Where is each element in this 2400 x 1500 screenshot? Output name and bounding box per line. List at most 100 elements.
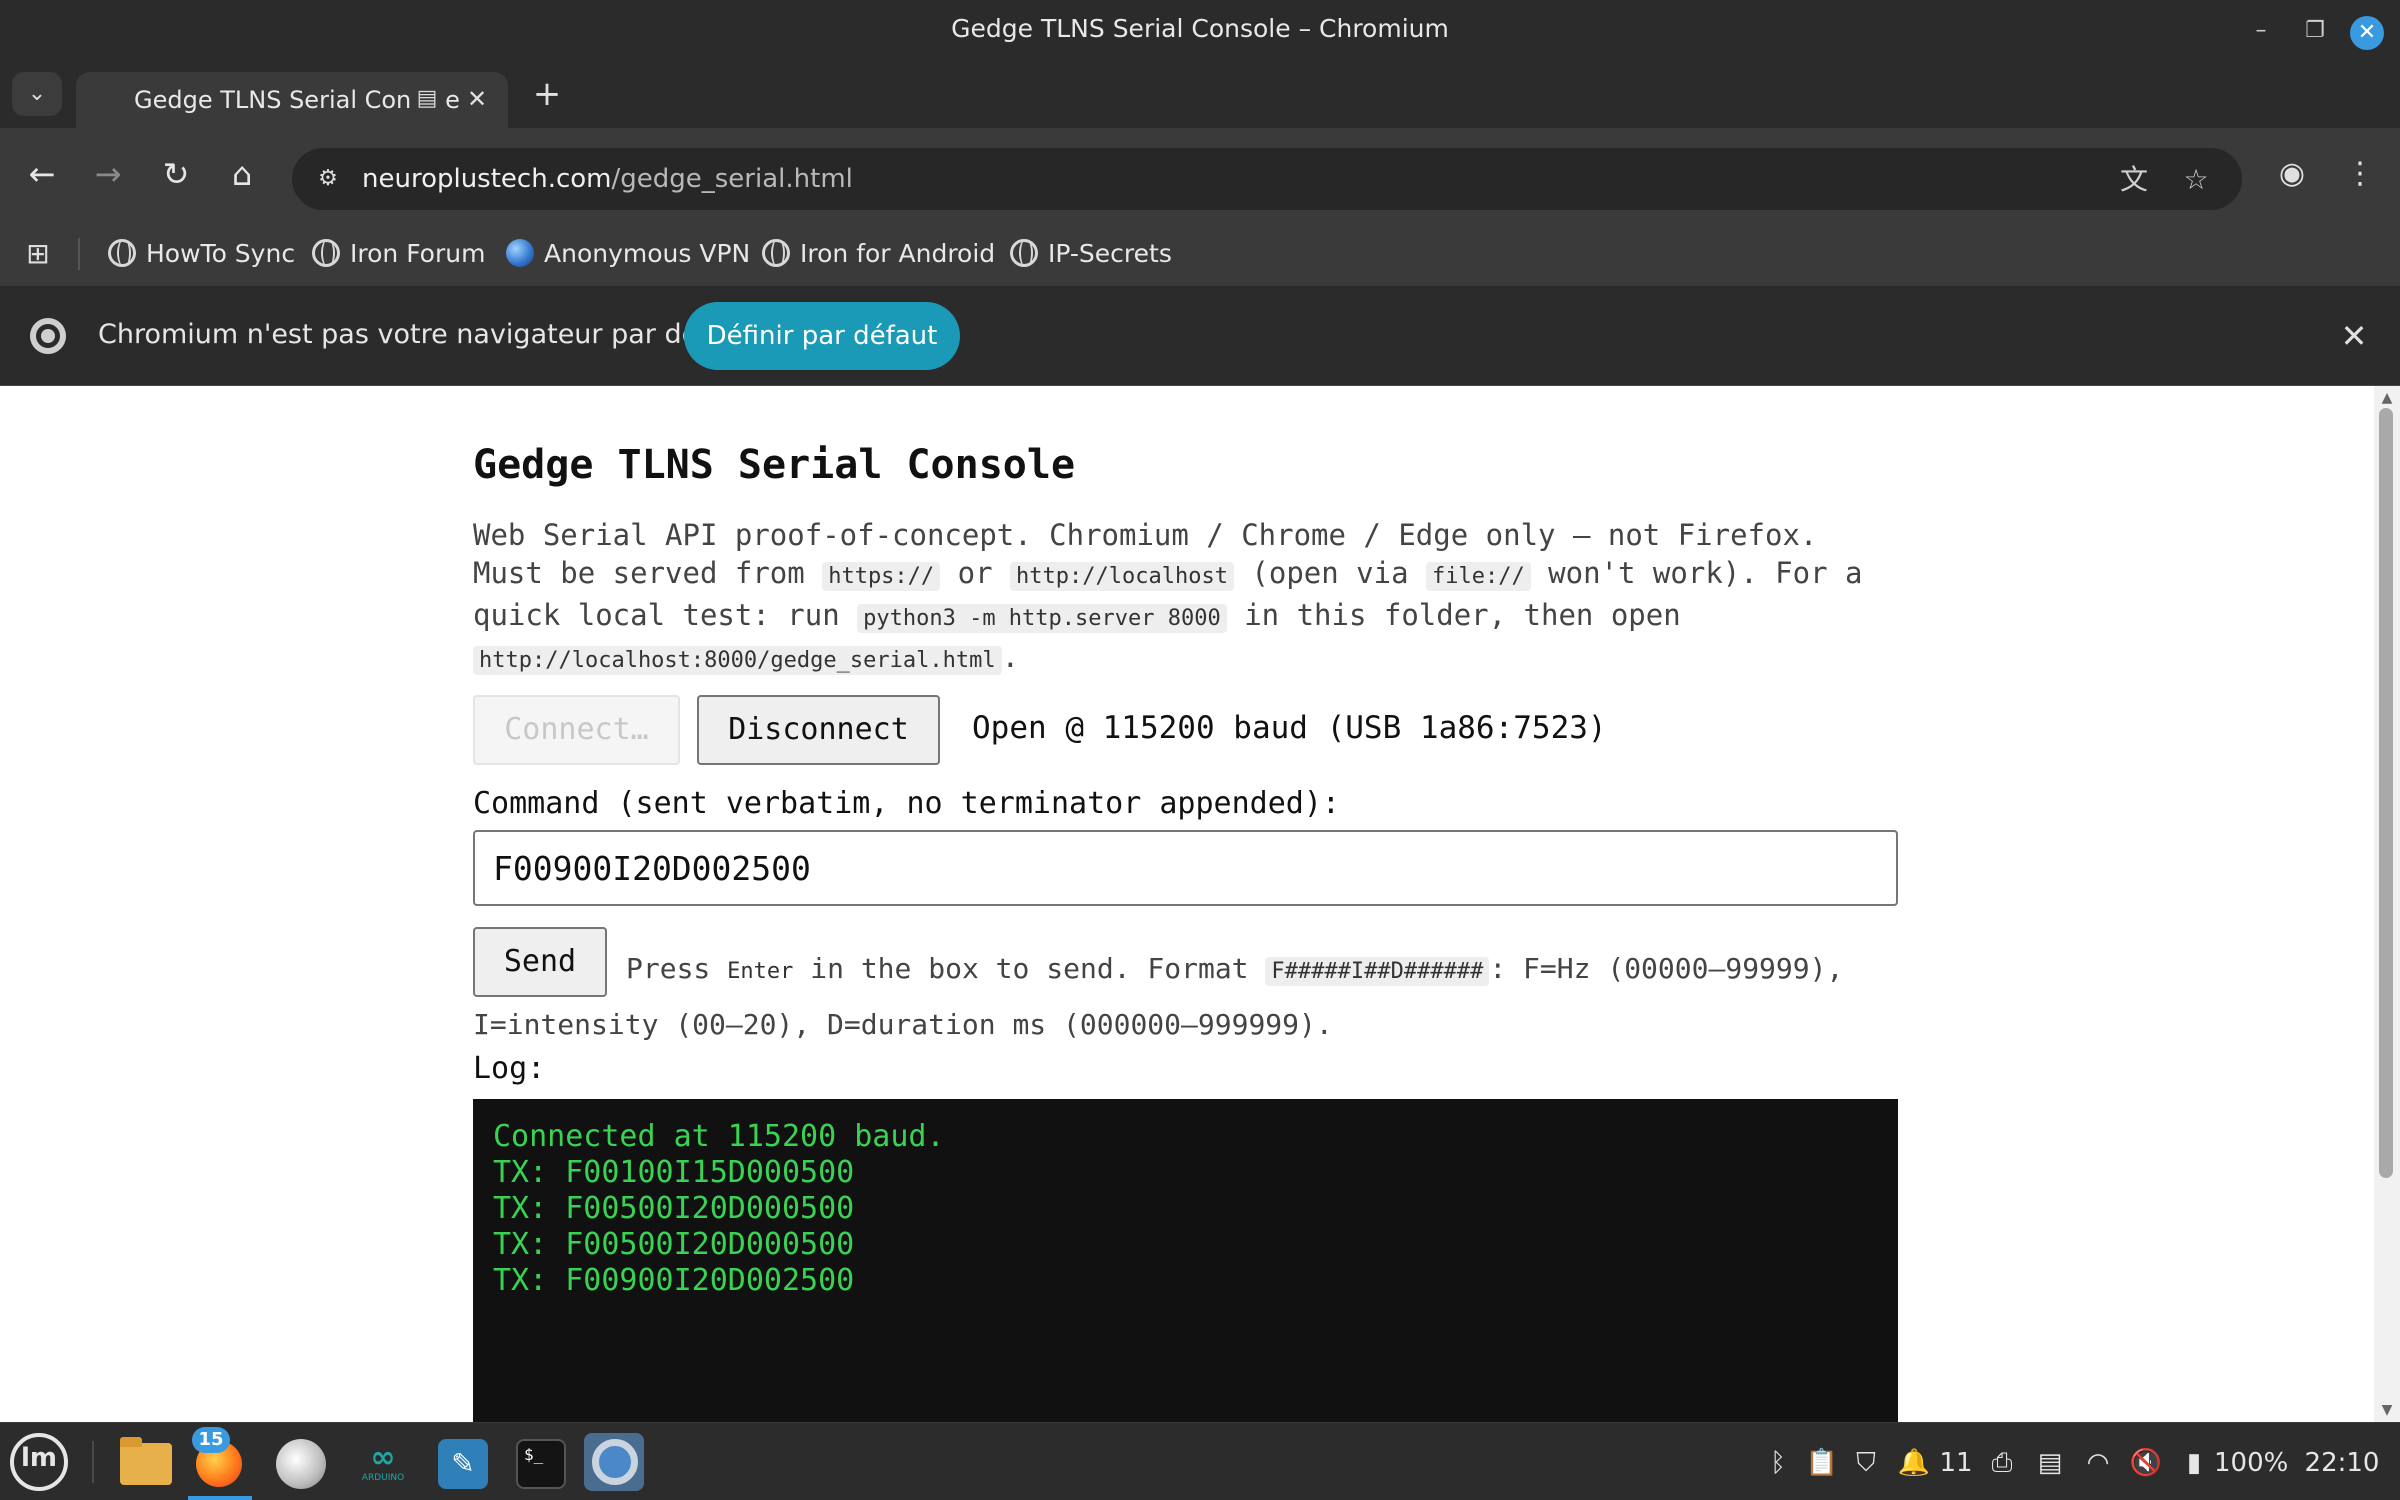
terminal-app-icon[interactable]: $_ <box>510 1433 570 1491</box>
site-info-icon[interactable]: ⚙ <box>310 161 346 197</box>
bookmark-label: Anonymous VPN <box>544 239 751 268</box>
apps-grid-icon[interactable]: ⊞ <box>20 236 56 272</box>
maximize-icon[interactable]: ❐ <box>2302 18 2328 44</box>
globe-icon <box>312 239 340 267</box>
translate-icon[interactable]: 文 <box>2116 162 2152 198</box>
log-line: Connected at 115200 baud. <box>493 1119 945 1154</box>
arduino-app-icon[interactable]: ∞ ARDUINO <box>352 1433 412 1491</box>
bookmark-iron-for-android[interactable]: Iron for Android <box>762 234 995 274</box>
hint-text: Press <box>626 952 728 985</box>
notifications-icon[interactable]: 🔔 <box>1896 1445 1932 1481</box>
default-browser-infobar: Chromium n'est pas votre navigateur par … <box>0 286 2400 386</box>
scrollbar-thumb[interactable] <box>2379 408 2393 1178</box>
wifi-icon[interactable]: ◠ <box>2080 1445 2116 1481</box>
log-panel[interactable]: Connected at 115200 baud. TX: F00100I15D… <box>473 1099 1898 1422</box>
bookmark-label: Iron for Android <box>800 239 996 268</box>
new-tab-button[interactable]: + <box>528 76 566 114</box>
notifications-count: 11 <box>1939 1448 1973 1478</box>
address-bar[interactable]: ⚙ neuroplustech.com/gedge_serial.html 文 … <box>292 148 2242 210</box>
enter-key: Enter <box>727 959 794 984</box>
tab-strip: ⌄ Gedge TLNS Serial Console ▤ ✕ + <box>0 62 2400 128</box>
log-line: TX: F00100I15D000500 <box>493 1155 855 1190</box>
page-title: Gedge TLNS Serial Console <box>473 442 1076 488</box>
clock[interactable]: 22:10 <box>2300 1445 2384 1481</box>
window-titlebar: Gedge TLNS Serial Console – Chromium – ❐… <box>0 0 2400 62</box>
chromium-app-icon[interactable] <box>584 1433 644 1491</box>
bookmark-label: HowTo Sync <box>146 239 296 268</box>
close-window-button[interactable]: ✕ <box>2350 16 2384 50</box>
bookmark-iron-forum[interactable]: Iron Forum <box>312 234 485 274</box>
forward-button[interactable]: → <box>86 152 130 196</box>
printer-icon[interactable]: ⎙ <box>1984 1445 2020 1481</box>
hint-text: in the box to send. Format <box>793 952 1266 985</box>
firefox-badge: 15 <box>192 1427 230 1453</box>
page-content: Gedge TLNS Serial Console Web Serial API… <box>0 386 2374 1422</box>
command-input[interactable] <box>473 830 1898 906</box>
bookmarks-bar: ⊞ HowTo Sync Iron Forum Anonymous VPN Ir… <box>0 222 2400 286</box>
browser-toolbar: ← → ↻ ⌂ ⚙ neuroplustech.com/gedge_serial… <box>0 128 2400 228</box>
command-label: Command (sent verbatim, no terminator ap… <box>473 786 1340 821</box>
vpn-globe-icon <box>506 239 534 267</box>
profile-icon[interactable]: ◉ <box>2272 154 2312 194</box>
files-app-icon[interactable] <box>116 1433 176 1491</box>
desc-text: (open via <box>1233 556 1426 590</box>
battery-icon[interactable]: ▮ <box>2176 1445 2212 1481</box>
code-local-url: http://localhost:8000/gedge_serial.html <box>473 646 1002 675</box>
code-https: https:// <box>822 562 941 591</box>
log-label: Log: <box>473 1051 546 1086</box>
mint-menu-icon[interactable] <box>10 1433 68 1491</box>
format-code: F#####I##D###### <box>1265 957 1490 986</box>
infobar-close-icon[interactable]: ✕ <box>2334 316 2374 356</box>
desc-text: in this folder, then open <box>1226 598 1681 632</box>
desc-text: . <box>1001 640 1020 674</box>
taskbar: ∞ARDUINO ✎ $_ ᛒ 📋 ⛉ 🔔 11 ⎙ ▤ ◠ 🔇 ▮ 100% … <box>0 1422 2400 1500</box>
code-localhost: http://localhost <box>1010 562 1234 591</box>
disconnect-button[interactable]: Disconnect <box>697 695 940 765</box>
tab-close-icon[interactable]: ✕ <box>462 84 492 114</box>
wikipedia-globe-icon <box>276 1439 326 1489</box>
bookmark-howto-sync[interactable]: HowTo Sync <box>108 234 295 274</box>
shield-icon[interactable]: ⛉ <box>1848 1445 1884 1481</box>
globe-icon <box>1010 239 1038 267</box>
bookmark-star-icon[interactable]: ☆ <box>2178 162 2214 198</box>
window-title: Gedge TLNS Serial Console – Chromium <box>951 14 1449 43</box>
tab-active[interactable]: Gedge TLNS Serial Console ▤ ✕ <box>76 72 508 128</box>
reload-button[interactable]: ↻ <box>154 152 198 196</box>
pencil-icon: ✎ <box>438 1439 488 1489</box>
chromium-icon <box>592 1439 638 1485</box>
terminal-icon: $_ <box>516 1439 566 1489</box>
tab-media-icon[interactable]: ▤ <box>410 86 444 114</box>
connection-status: Open @ 115200 baud (USB 1a86:7523) <box>972 710 1607 746</box>
wikipedia-app-icon[interactable] <box>270 1433 330 1491</box>
log-line: TX: F00500I20D000500 <box>493 1227 855 1262</box>
connect-button[interactable]: Connect… <box>473 695 680 765</box>
set-default-button[interactable]: Définir par défaut <box>684 302 960 370</box>
code-file: file:// <box>1426 562 1531 591</box>
folder-icon <box>120 1437 172 1485</box>
send-hint: Press Enter in the box to send. Format F… <box>473 942 1913 1051</box>
scroll-up-icon[interactable]: ▲ <box>2377 390 2397 406</box>
bluetooth-icon[interactable]: ᛒ <box>1760 1445 1796 1481</box>
infobar-message: Chromium n'est pas votre navigateur par … <box>98 319 752 350</box>
bookmark-label: IP-Secrets <box>1048 239 1172 268</box>
text-editor-app-icon[interactable]: ✎ <box>432 1433 492 1491</box>
menu-kebab-icon[interactable]: ⋮ <box>2340 154 2380 194</box>
battery-percent: 100% <box>2214 1448 2289 1478</box>
bookmark-ip-secrets[interactable]: IP-Secrets <box>1010 234 1172 274</box>
minimize-icon[interactable]: – <box>2248 18 2274 44</box>
home-button[interactable]: ⌂ <box>220 152 264 196</box>
scroll-down-icon[interactable]: ▼ <box>2377 1402 2397 1418</box>
log-line: TX: F00500I20D000500 <box>493 1191 855 1226</box>
document-icon[interactable]: ▤ <box>2032 1445 2068 1481</box>
page-description: Web Serial API proof-of-concept. Chromiu… <box>473 516 1893 680</box>
clipboard-icon[interactable]: 📋 <box>1804 1445 1840 1481</box>
back-button[interactable]: ← <box>20 152 64 196</box>
url-text[interactable]: neuroplustech.com/gedge_serial.html <box>362 164 853 194</box>
tab-search-button[interactable]: ⌄ <box>12 72 62 116</box>
taskbar-divider <box>92 1441 94 1483</box>
volume-muted-icon[interactable]: 🔇 <box>2128 1445 2164 1481</box>
arduino-caption: ARDUINO <box>361 1473 405 1483</box>
bookmark-anonymous-vpn[interactable]: Anonymous VPN <box>506 234 750 274</box>
bookmarks-divider <box>78 238 80 270</box>
page-scrollbar[interactable]: ▲ ▼ <box>2374 386 2400 1422</box>
